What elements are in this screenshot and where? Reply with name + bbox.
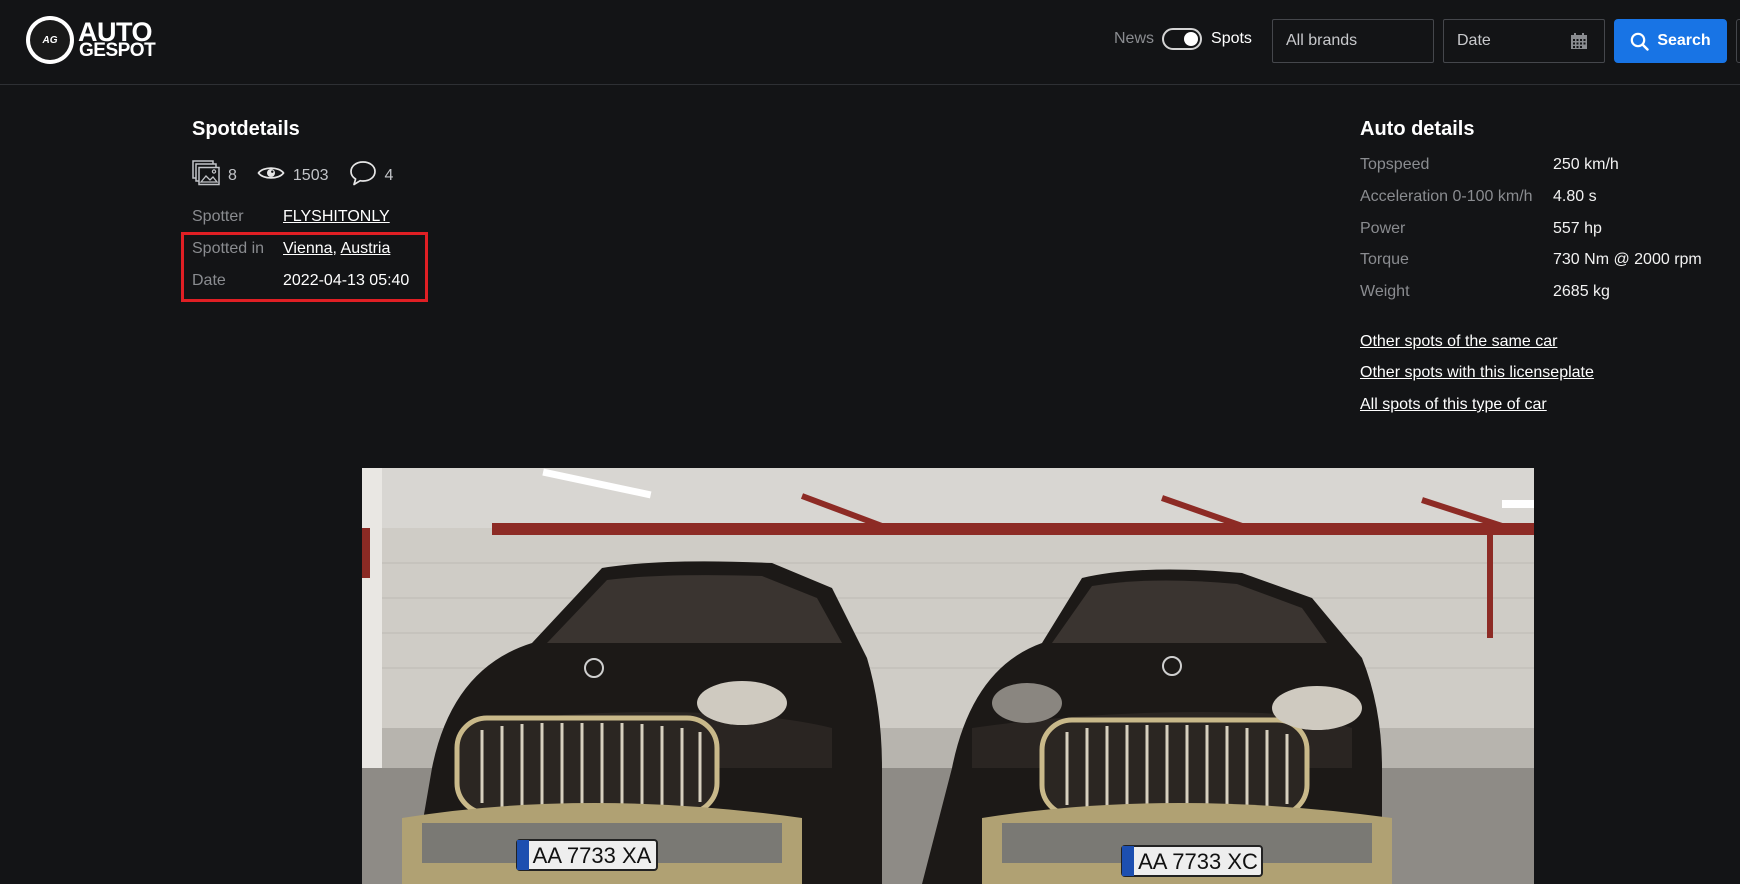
toggle-news-label[interactable]: News [1114, 30, 1154, 48]
news-spots-toggle[interactable] [1162, 28, 1203, 50]
calendar-icon[interactable] [1570, 33, 1588, 55]
logo-badge-text: AG [42, 34, 58, 46]
link-same-car[interactable]: Other spots of the same car [1360, 333, 1557, 351]
right-license-plate-text: AA 7733 XC [1138, 849, 1258, 874]
spot-details-title: Spotdetails [192, 118, 300, 140]
toggle-knob [1184, 32, 1199, 46]
spot-photo[interactable]: AA 7733 XA AA 7733 XC [362, 468, 1534, 884]
search-icon [1631, 32, 1650, 51]
spec-value-topspeed: 250 km/h [1553, 156, 1619, 173]
top-bar: AG AUTO GESPOT News Spots All brands Dat… [0, 0, 1740, 85]
spec-value-weight: 2685 kg [1553, 283, 1610, 300]
eye-icon [257, 164, 285, 187]
spec-value-acceleration: 4.80 s [1553, 188, 1597, 205]
logo-line2: GESPOT [79, 40, 156, 62]
logo-wordmark: AUTO GESPOT [78, 19, 156, 62]
left-license-plate-text: AA 7733 XA [533, 843, 652, 868]
photos-icon [192, 160, 220, 191]
spec-label-torque: Torque [1360, 251, 1409, 268]
spot-stats: 8 1503 4 [192, 160, 413, 191]
photos-count: 8 [228, 166, 237, 184]
auto-details-title: Auto details [1360, 118, 1475, 140]
logo-badge-icon: AG [26, 16, 74, 64]
spec-value-torque: 730 Nm @ 2000 rpm [1553, 251, 1702, 268]
search-button-label: Search [1657, 32, 1711, 49]
spec-label-topspeed: Topspeed [1360, 156, 1430, 173]
annotation-highlight-box [181, 232, 428, 302]
spec-value-power: 557 hp [1553, 220, 1602, 237]
spec-label-weight: Weight [1360, 283, 1410, 300]
spotter-value: FLYSHITONLY [283, 208, 390, 226]
spotter-link[interactable]: FLYSHITONLY [283, 208, 390, 225]
menu-button[interactable] [1736, 19, 1740, 63]
news-spots-toggle-group: News Spots [1114, 28, 1252, 50]
views-count: 1503 [292, 166, 329, 184]
link-same-licenseplate[interactable]: Other spots with this licenseplate [1360, 364, 1594, 382]
brands-input[interactable] [1272, 19, 1434, 63]
comment-icon [349, 160, 377, 191]
spot-photo-illustration: AA 7733 XA AA 7733 XC [362, 468, 1534, 884]
spec-label-acceleration: Acceleration 0-100 km/h [1360, 188, 1533, 205]
spotter-label: Spotter [192, 208, 244, 225]
search-button[interactable]: Search [1614, 19, 1727, 63]
toggle-spots-label[interactable]: Spots [1211, 30, 1252, 48]
site-logo[interactable]: AG AUTO GESPOT [26, 16, 156, 64]
spec-label-power: Power [1360, 220, 1406, 237]
comments-count: 4 [384, 166, 394, 184]
link-same-type[interactable]: All spots of this type of car [1360, 396, 1547, 414]
